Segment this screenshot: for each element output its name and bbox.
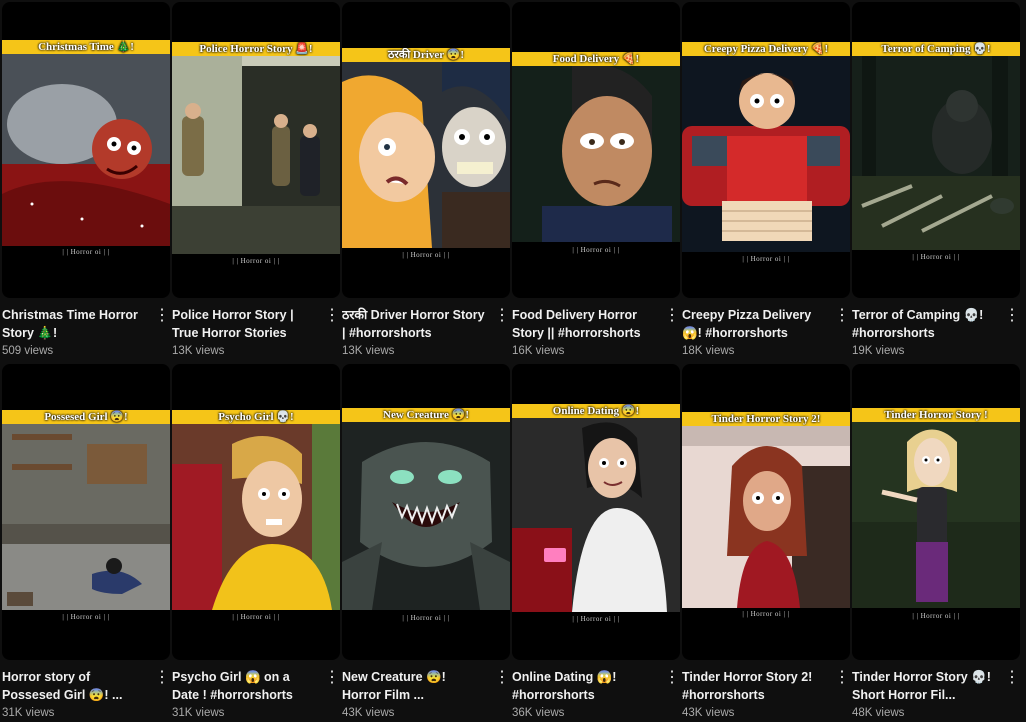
short-thumbnail[interactable]: Food Delivery 🍕! | | Horror oi | | [512,2,680,298]
short-card[interactable]: Creepy Pizza Delivery 🍕! | | Horror oi |… [682,2,852,360]
thumbnail-banner: Terror of Camping 💀! [852,42,1020,56]
short-thumbnail[interactable]: Creepy Pizza Delivery 🍕! | | Horror oi |… [682,2,850,298]
more-vert-icon[interactable]: ⋮ [664,670,680,688]
short-thumbnail[interactable]: Tinder Horror Story ! | | Horror oi | | [852,364,1020,660]
thumbnail-art [342,62,510,248]
short-views: 19K views [852,345,905,357]
short-card[interactable]: Tinder Horror Story 2! | | Horror oi | |… [682,364,852,722]
short-thumbnail[interactable]: Christmas Time 🎄! | | Horror oi | | [2,2,170,298]
thumbnail-watermark: | | Horror oi | | [572,615,620,623]
short-views: 16K views [512,345,565,357]
thumbnail-watermark: | | Horror oi | | [232,613,280,621]
short-views: 31K views [2,707,55,719]
shorts-grid: Christmas Time 🎄! | | Horror oi | | Chri… [0,0,1026,720]
short-title[interactable]: Tinder Horror Story 💀! Short Horror Fil.… [852,668,998,704]
thumbnail-art [172,56,340,254]
thumbnail-banner: Food Delivery 🍕! [512,52,680,66]
thumbnail-banner: Creepy Pizza Delivery 🍕! [682,42,850,56]
thumbnail-art [172,424,340,610]
thumbnail-banner: New Creature 😨! [342,408,510,422]
short-card[interactable]: Psycho Girl 💀! | | Horror oi | | Psycho … [172,364,342,722]
short-title[interactable]: Online Dating 😱! #horrorshorts [512,668,658,704]
short-thumbnail[interactable]: Terror of Camping 💀! | | Horror oi | | [852,2,1020,298]
short-card[interactable]: ठरकी Driver 😨! | | Horror oi | | ठरकी Dr… [342,2,512,360]
more-vert-icon[interactable]: ⋮ [664,308,680,326]
more-vert-icon[interactable]: ⋮ [1004,308,1020,326]
more-vert-icon[interactable]: ⋮ [154,308,170,326]
more-vert-icon[interactable]: ⋮ [494,308,510,326]
thumbnail-watermark: | | Horror oi | | [912,253,960,261]
short-views: 43K views [682,707,735,719]
short-thumbnail[interactable]: Psycho Girl 💀! | | Horror oi | | [172,364,340,660]
short-title[interactable]: Creepy Pizza Delivery 😱! #horrorshorts [682,306,828,342]
short-title[interactable]: ठरकी Driver Horror Story | #horrorshorts [342,306,488,342]
thumbnail-art [2,424,170,610]
short-title[interactable]: Food Delivery Horror Story || #horrorsho… [512,306,658,342]
short-views: 36K views [512,707,565,719]
thumbnail-art [682,56,850,252]
short-card[interactable]: Possesed Girl 😨! | | Horror oi | | Horro… [2,364,172,722]
short-thumbnail[interactable]: Possesed Girl 😨! | | Horror oi | | [2,364,170,660]
thumbnail-banner: Tinder Horror Story 2! [682,412,850,426]
short-card[interactable]: Terror of Camping 💀! | | Horror oi | | T… [852,2,1022,360]
thumbnail-art [852,422,1020,608]
short-thumbnail[interactable]: New Creature 😨! | | Horror oi | | [342,364,510,660]
thumbnail-art [512,418,680,612]
short-views: 13K views [342,345,395,357]
thumbnail-watermark: | | Horror oi | | [742,255,790,263]
thumbnail-watermark: | | Horror oi | | [62,248,110,256]
short-thumbnail[interactable]: Online Dating 😨! | | Horror oi | | [512,364,680,660]
thumbnail-banner: Police Horror Story 🚨! [172,42,340,56]
thumbnail-art [342,422,510,610]
more-vert-icon[interactable]: ⋮ [154,670,170,688]
thumbnail-banner: Christmas Time 🎄! [2,40,170,54]
short-views: 509 views [2,345,54,357]
more-vert-icon[interactable]: ⋮ [834,308,850,326]
short-card[interactable]: Christmas Time 🎄! | | Horror oi | | Chri… [2,2,172,360]
short-views: 31K views [172,707,225,719]
thumbnail-art [682,426,850,608]
short-card[interactable]: Tinder Horror Story ! | | Horror oi | | … [852,364,1022,722]
thumbnail-watermark: | | Horror oi | | [402,251,450,259]
more-vert-icon[interactable]: ⋮ [324,308,340,326]
short-title[interactable]: Psycho Girl 😱 on a Date ! #horrorshorts [172,668,318,704]
short-views: 43K views [342,707,395,719]
short-title[interactable]: Horror story of Possesed Girl 😨! ... [2,668,148,704]
short-card[interactable]: Online Dating 😨! | | Horror oi | | Onlin… [512,364,682,722]
thumbnail-watermark: | | Horror oi | | [232,257,280,265]
thumbnail-banner: Online Dating 😨! [512,404,680,418]
thumbnail-art [2,54,170,246]
more-vert-icon[interactable]: ⋮ [324,670,340,688]
thumbnail-art [852,56,1020,250]
thumbnail-watermark: | | Horror oi | | [402,614,450,622]
short-thumbnail[interactable]: Police Horror Story 🚨! | | Horror oi | | [172,2,340,298]
more-vert-icon[interactable]: ⋮ [494,670,510,688]
thumbnail-watermark: | | Horror oi | | [62,613,110,621]
thumbnail-banner: ठरकी Driver 😨! [342,48,510,62]
short-card[interactable]: Food Delivery 🍕! | | Horror oi | | Food … [512,2,682,360]
short-card[interactable]: Police Horror Story 🚨! | | Horror oi | | [172,2,342,360]
thumbnail-art [512,66,680,242]
thumbnail-banner: Tinder Horror Story ! [852,408,1020,422]
short-card[interactable]: New Creature 😨! | | Horror oi | | New Cr… [342,364,512,722]
short-title[interactable]: Police Horror Story | True Horror Storie… [172,306,318,342]
thumbnail-watermark: | | Horror oi | | [572,246,620,254]
short-thumbnail[interactable]: ठरकी Driver 😨! | | Horror oi | | [342,2,510,298]
short-thumbnail[interactable]: Tinder Horror Story 2! | | Horror oi | | [682,364,850,660]
short-title[interactable]: Tinder Horror Story 2! #horrorshorts [682,668,828,704]
thumbnail-banner: Psycho Girl 💀! [172,410,340,424]
short-views: 48K views [852,707,905,719]
thumbnail-watermark: | | Horror oi | | [742,610,790,618]
short-title[interactable]: New Creature 😨! Horror Film ... [342,668,488,704]
thumbnail-watermark: | | Horror oi | | [912,612,960,620]
thumbnail-banner: Possesed Girl 😨! [2,410,170,424]
more-vert-icon[interactable]: ⋮ [834,670,850,688]
short-title[interactable]: Christmas Time Horror Story 🎄! [2,306,148,342]
short-title[interactable]: Terror of Camping 💀! #horrorshorts [852,306,998,342]
short-views: 13K views [172,345,225,357]
more-vert-icon[interactable]: ⋮ [1004,670,1020,688]
short-views: 18K views [682,345,735,357]
